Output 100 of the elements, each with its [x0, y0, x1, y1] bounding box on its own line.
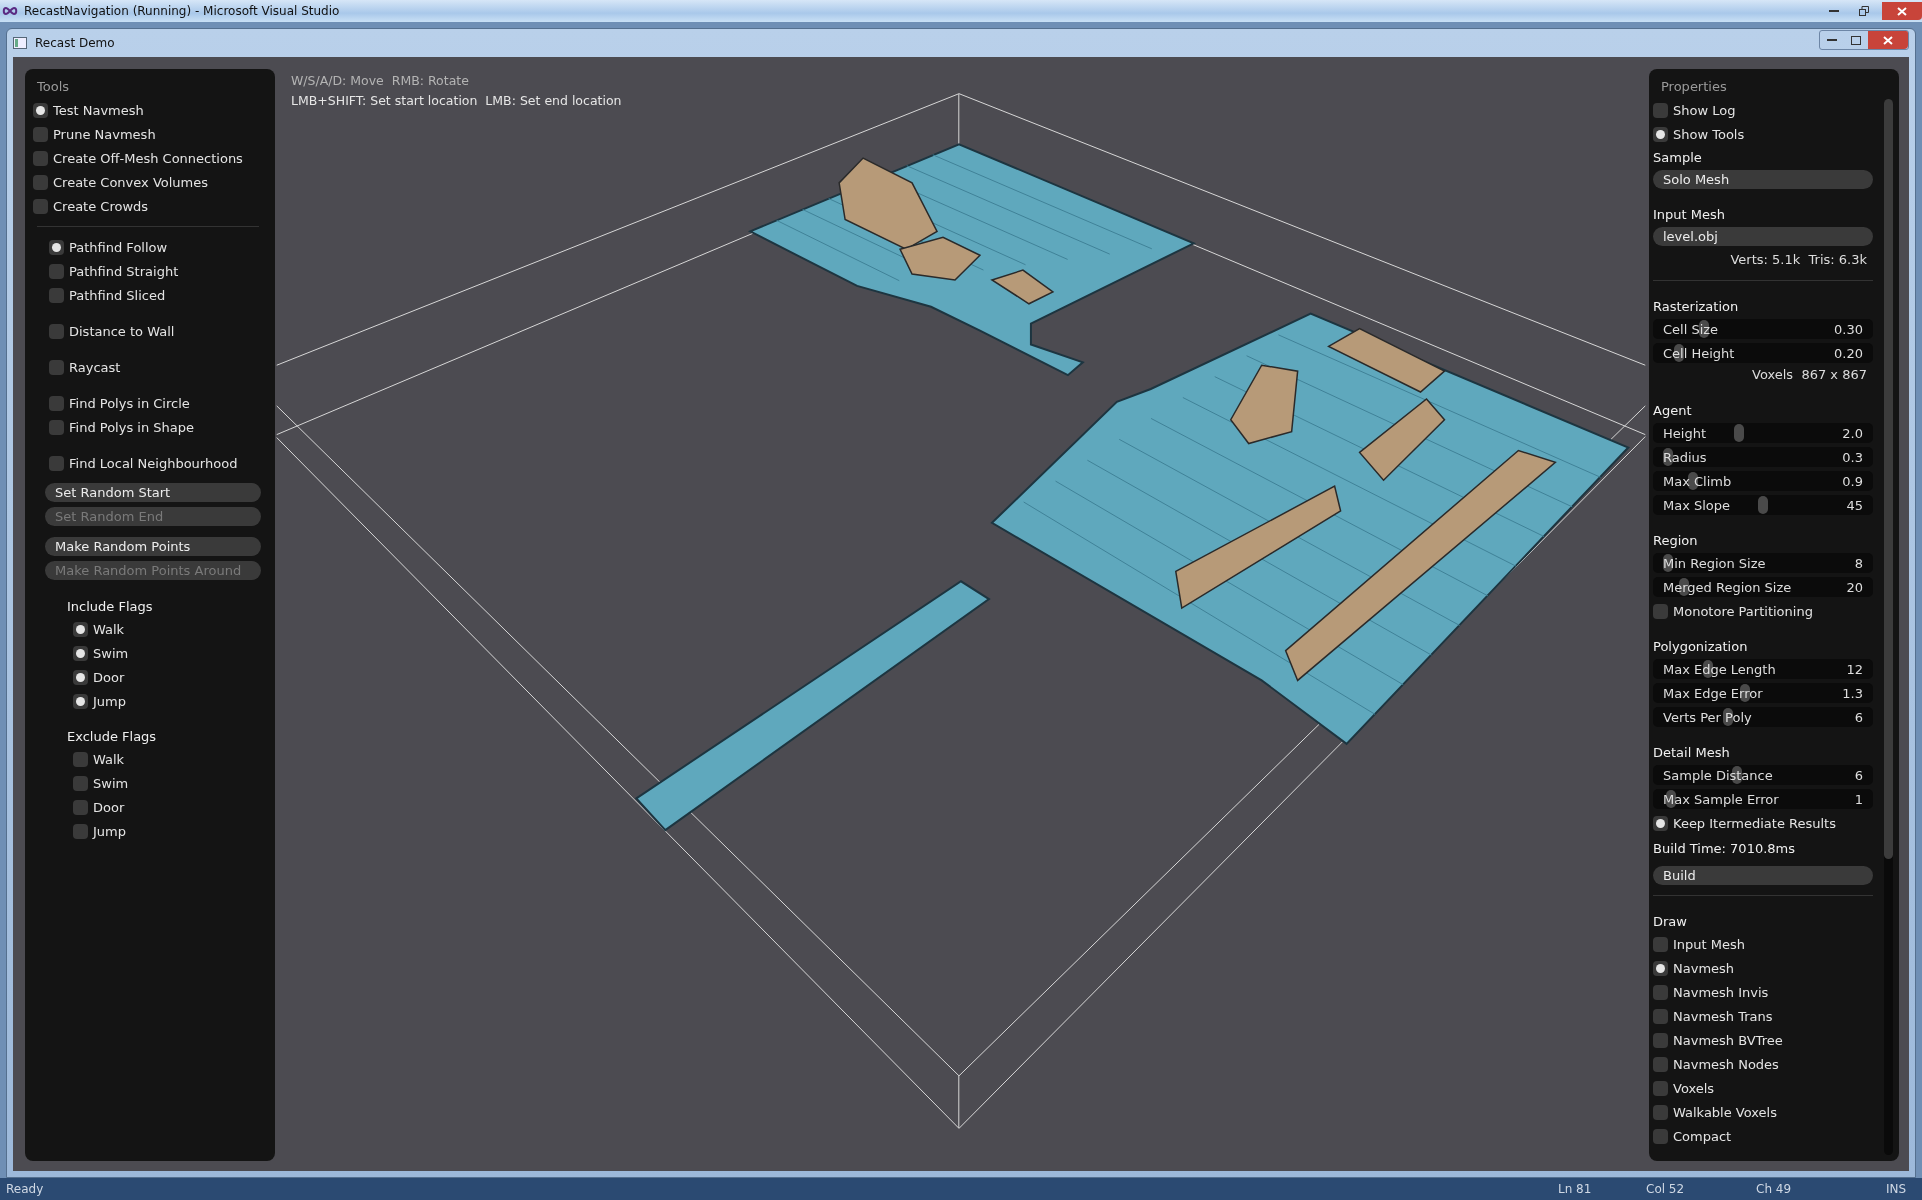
checkbox[interactable] — [33, 150, 48, 166]
checkbox[interactable] — [33, 102, 48, 118]
scrollbar[interactable] — [1884, 99, 1893, 1155]
button[interactable]: level.obj — [1653, 227, 1873, 246]
checkbox-option[interactable]: Distance to Wall — [25, 321, 275, 341]
minimize-icon — [1827, 38, 1837, 42]
checkbox-option[interactable]: Jump — [25, 821, 275, 841]
checkbox-option[interactable]: Walk — [25, 619, 275, 639]
checkbox-option[interactable]: Test Navmesh — [25, 100, 275, 120]
button[interactable]: Set Random Start — [45, 483, 261, 502]
checkbox-option[interactable]: Input Mesh — [1649, 934, 1887, 954]
checkbox[interactable] — [73, 669, 88, 685]
window-icon — [13, 37, 27, 49]
checkbox[interactable] — [1653, 1056, 1668, 1072]
checkbox-option[interactable]: Find Local Neighbourhood — [25, 453, 275, 473]
checkbox-option[interactable]: Create Off-Mesh Connections — [25, 148, 275, 168]
checkbox[interactable] — [33, 198, 48, 214]
checkbox-option[interactable]: Navmesh Nodes — [1649, 1054, 1887, 1074]
checkbox-option[interactable]: Monotore Partitioning — [1649, 601, 1887, 621]
checkbox-option[interactable]: Raycast — [25, 357, 275, 377]
slider[interactable]: Cell Size 0.30 — [1653, 319, 1873, 339]
infinity-icon — [2, 6, 18, 16]
checkbox[interactable] — [49, 239, 64, 255]
checkbox-option[interactable]: Door — [25, 667, 275, 687]
checkbox-option[interactable]: Navmesh Invis — [1649, 982, 1887, 1002]
checkbox[interactable] — [49, 419, 64, 435]
button[interactable]: Solo Mesh — [1653, 170, 1873, 189]
checkbox-option[interactable]: Show Log — [1649, 100, 1887, 120]
checkbox[interactable] — [73, 693, 88, 709]
checkbox-option[interactable]: Swim — [25, 643, 275, 663]
checkbox[interactable] — [1653, 960, 1668, 976]
checkbox-option[interactable]: Pathfind Follow — [25, 237, 275, 257]
checkbox-option[interactable]: Navmesh BVTree — [1649, 1030, 1887, 1050]
checkbox-option[interactable]: Voxels — [1649, 1078, 1887, 1098]
checkbox[interactable] — [49, 359, 64, 375]
checkbox-option[interactable]: Navmesh Trans — [1649, 1006, 1887, 1026]
checkbox[interactable] — [49, 323, 64, 339]
checkbox[interactable] — [49, 455, 64, 471]
checkbox[interactable] — [1653, 815, 1668, 831]
slider[interactable]: Cell Height 0.20 — [1653, 343, 1873, 363]
checkbox[interactable] — [49, 263, 64, 279]
checkbox[interactable] — [1653, 1104, 1668, 1120]
slider[interactable]: Min Region Size 8 — [1653, 553, 1873, 573]
checkbox[interactable] — [49, 287, 64, 303]
checkbox[interactable] — [73, 645, 88, 661]
checkbox-option[interactable]: Walk — [25, 749, 275, 769]
button[interactable]: Build — [1653, 866, 1873, 885]
checkbox-option[interactable]: Create Crowds — [25, 196, 275, 216]
slider[interactable]: Max Edge Length 12 — [1653, 659, 1873, 679]
section-heading: Polygonization — [1652, 639, 1749, 655]
checkbox[interactable] — [1653, 1080, 1668, 1096]
slider-thumb[interactable] — [1758, 496, 1768, 514]
checkbox-option[interactable]: Create Convex Volumes — [25, 172, 275, 192]
slider[interactable]: Max Sample Error 1 — [1653, 789, 1873, 809]
slider[interactable]: Max Climb 0.9 — [1653, 471, 1873, 491]
slider-thumb[interactable] — [1733, 424, 1744, 442]
checkbox-option[interactable]: Jump — [25, 691, 275, 711]
checkbox[interactable] — [1653, 603, 1668, 619]
checkbox[interactable] — [1653, 936, 1668, 952]
checkbox[interactable] — [49, 395, 64, 411]
slider[interactable]: Merged Region Size 20 — [1653, 577, 1873, 597]
slider[interactable]: Max Edge Error 1.3 — [1653, 683, 1873, 703]
checkbox-option[interactable]: Walkable Voxels — [1649, 1102, 1887, 1122]
section-heading: Input Mesh — [1652, 207, 1727, 223]
checkbox[interactable] — [1653, 126, 1668, 142]
checkbox[interactable] — [1653, 1008, 1668, 1024]
close-button[interactable] — [1882, 2, 1922, 20]
checkbox-option[interactable]: Pathfind Sliced — [25, 285, 275, 305]
slider[interactable]: Verts Per Poly 6 — [1653, 707, 1873, 727]
checkbox[interactable] — [33, 174, 48, 190]
close-button[interactable] — [1868, 31, 1908, 49]
checkbox-option[interactable]: Find Polys in Shape — [25, 417, 275, 437]
hint-text: LMB+SHIFT: Set start location LMB: Set end location — [291, 93, 622, 110]
checkbox[interactable] — [1653, 984, 1668, 1000]
checkbox[interactable] — [73, 823, 88, 839]
checkbox-option[interactable]: Pathfind Straight — [25, 261, 275, 281]
close-icon — [1883, 35, 1893, 45]
checkbox[interactable] — [73, 751, 88, 767]
checkbox-option[interactable]: Compact — [1649, 1126, 1887, 1146]
checkbox-option[interactable]: Door — [25, 797, 275, 817]
section-heading: Sample — [1652, 150, 1703, 166]
slider[interactable]: Sample Distance 6 — [1653, 765, 1873, 785]
checkbox-option[interactable]: Prune Navmesh — [25, 124, 275, 144]
checkbox[interactable] — [73, 775, 88, 791]
checkbox-option[interactable]: Swim — [25, 773, 275, 793]
slider[interactable]: Radius 0.3 — [1653, 447, 1873, 467]
checkbox-option[interactable]: Show Tools — [1649, 124, 1887, 144]
checkbox[interactable] — [1653, 1128, 1668, 1144]
checkbox-option[interactable]: Find Polys in Circle — [25, 393, 275, 413]
checkbox[interactable] — [73, 621, 88, 637]
section-heading: Region — [1652, 533, 1699, 549]
checkbox[interactable] — [1653, 1032, 1668, 1048]
checkbox[interactable] — [33, 126, 48, 142]
checkbox-option[interactable]: Keep Itermediate Results — [1649, 813, 1887, 833]
slider[interactable]: Height 2.0 — [1653, 423, 1873, 443]
checkbox[interactable] — [1653, 102, 1668, 118]
button[interactable]: Make Random Points — [45, 537, 261, 556]
checkbox[interactable] — [73, 799, 88, 815]
slider[interactable]: Max Slope 45 — [1653, 495, 1873, 515]
checkbox-option[interactable]: Navmesh — [1649, 958, 1887, 978]
